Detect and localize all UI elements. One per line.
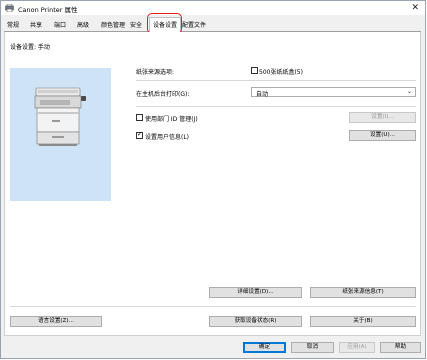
tab-advanced[interactable]: 高级	[77, 20, 89, 29]
window-title: Canon Printer 属性	[18, 6, 78, 14]
department-id-label: 使用部门 ID 管理(J)	[145, 116, 198, 123]
department-id-settings-button[interactable]: 设置(I)...	[349, 112, 416, 123]
department-id-checkbox[interactable]	[136, 114, 143, 121]
get-device-status-button[interactable]: 获取设备状态(R)	[209, 316, 302, 327]
apply-button[interactable]: 应用(A)	[339, 342, 375, 353]
ok-button[interactable]: 确定	[243, 342, 286, 353]
user-info-checkbox[interactable]	[136, 130, 143, 139]
printer-device-image	[32, 86, 90, 148]
help-button[interactable]: 帮助	[380, 342, 421, 353]
printer-title-icon	[5, 3, 14, 13]
paper-source-info-button[interactable]: 纸张来源信息(T)	[310, 287, 416, 298]
separator	[10, 306, 416, 307]
tab-profile[interactable]: 配置文件	[182, 20, 206, 29]
user-info-label: 设置用户信息(L)	[145, 134, 190, 141]
paper-source-label: 纸张来源选项:	[136, 69, 175, 76]
print-on-host-select[interactable]: 自动 ⌄	[251, 87, 416, 98]
tab-general[interactable]: 常规	[7, 20, 19, 29]
close-icon[interactable]: ✕	[411, 3, 419, 13]
details-button[interactable]: 详细设置(D)...	[209, 287, 302, 298]
user-info-settings-button[interactable]: 设置(U)...	[349, 130, 416, 141]
printer-image-frame	[10, 68, 111, 201]
highlight-ring	[147, 13, 182, 34]
paper-source-checkbox[interactable]	[251, 67, 258, 74]
paper-source-checkbox-label: 500张纸纸盒(5)	[259, 69, 303, 76]
cancel-button[interactable]: 取消	[291, 342, 334, 353]
separator	[136, 106, 416, 107]
about-button[interactable]: 关于(B)	[310, 316, 416, 327]
print-on-host-value: 自动	[256, 91, 269, 98]
device-settings-header: 设备设置: 手动	[10, 44, 50, 51]
separator	[136, 80, 416, 81]
tab-sharing[interactable]: 共享	[30, 20, 42, 29]
print-on-host-label: 在主机后台打印(G):	[136, 91, 190, 98]
tab-color-management[interactable]: 颜色管理	[101, 20, 125, 29]
dropdown-chevron-icon: ⌄	[406, 88, 412, 95]
tab-ports[interactable]: 端口	[54, 20, 66, 29]
title-bar: Canon Printer 属性 ✕	[1, 1, 425, 15]
language-settings-button[interactable]: 语言设置(Z)...	[10, 316, 102, 327]
tab-security[interactable]: 安全	[130, 20, 142, 29]
